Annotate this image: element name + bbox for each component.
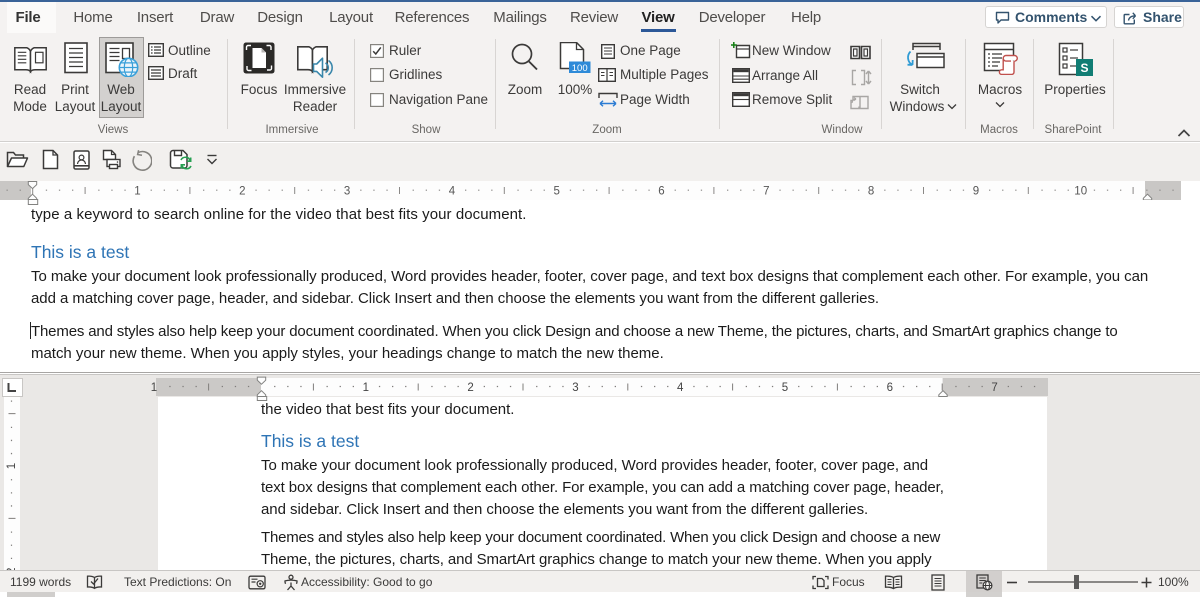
svg-text:8: 8 — [868, 186, 874, 198]
svg-text:5: 5 — [782, 382, 788, 394]
svg-text:1: 1 — [134, 186, 140, 198]
svg-text:100: 100 — [572, 63, 588, 74]
svg-text:7: 7 — [991, 382, 997, 394]
svg-text:3: 3 — [572, 382, 578, 394]
svg-text:5: 5 — [553, 186, 559, 198]
svg-text:1: 1 — [151, 382, 157, 394]
svg-text:1: 1 — [363, 382, 369, 394]
svg-text:1: 1 — [6, 463, 18, 469]
svg-text:6: 6 — [887, 382, 893, 394]
svg-text:10: 10 — [1074, 186, 1087, 198]
svg-text:9: 9 — [973, 186, 979, 198]
svg-text:4: 4 — [677, 382, 684, 394]
svg-text:7: 7 — [763, 186, 769, 198]
svg-text:2: 2 — [239, 186, 245, 198]
svg-text:4: 4 — [449, 186, 456, 198]
svg-text:3: 3 — [344, 186, 350, 198]
svg-text:S: S — [1080, 61, 1088, 75]
svg-text:2: 2 — [467, 382, 473, 394]
svg-text:6: 6 — [658, 186, 664, 198]
